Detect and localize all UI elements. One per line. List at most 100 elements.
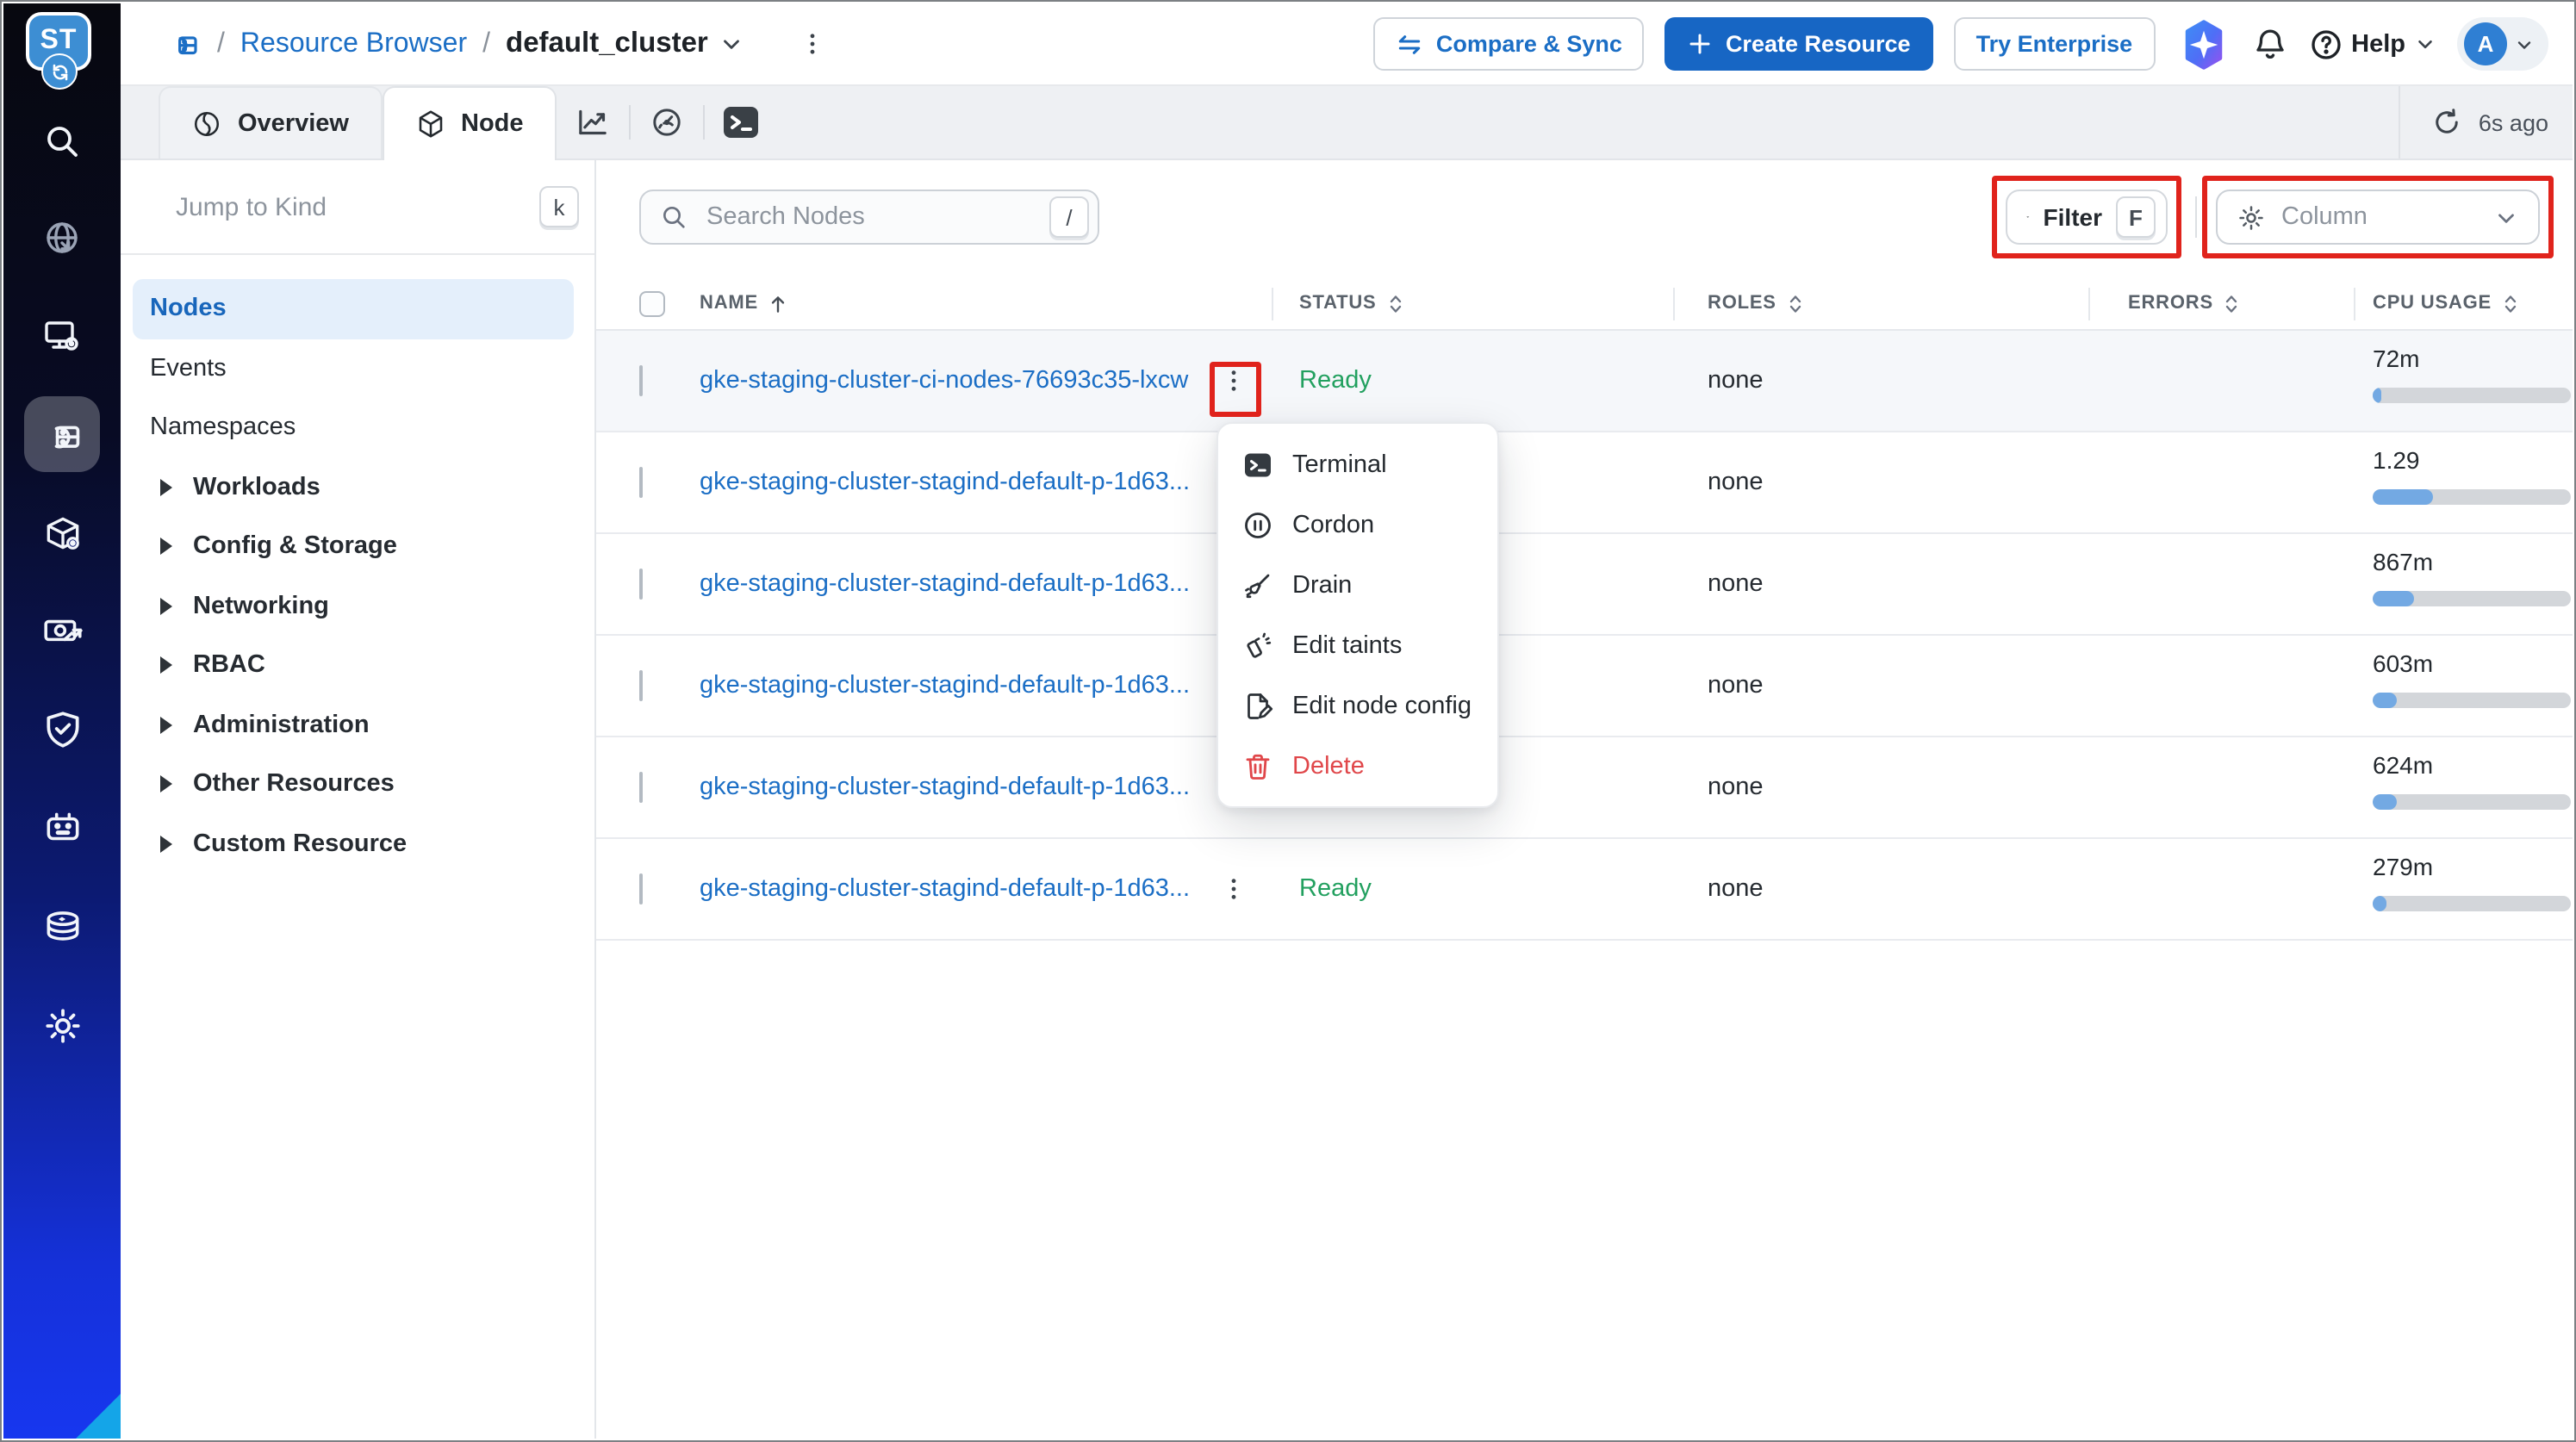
chevron-down-icon [723,40,739,49]
nodes-panel: / Filter F Column NAME [596,160,2573,1439]
rail-packages-icon[interactable] [24,494,100,570]
sidebar-item-namespaces[interactable]: Namespaces [133,398,574,457]
rail-resource-browser-icon[interactable] [24,396,100,472]
node-name-link[interactable]: gke-staging-cluster-stagind-default-p-1d… [700,774,1190,801]
table-row[interactable]: gke-staging-cluster-ci-nodes-76693c35-lx… [596,331,2573,432]
search-nodes-box[interactable]: / [639,190,1099,245]
create-resource-button[interactable]: Create Resource [1664,17,1933,71]
node-name-link[interactable]: gke-staging-cluster-stagind-default-p-1d… [700,570,1190,598]
node-name-link[interactable]: gke-staging-cluster-stagind-default-p-1d… [700,469,1190,496]
menu-item-terminal[interactable]: Terminal [1218,434,1497,494]
row-checkbox[interactable] [639,467,643,498]
refresh-control[interactable]: 6s ago [2399,86,2573,158]
select-all-checkbox[interactable] [639,277,665,329]
sidebar-item-other-resources[interactable]: Other Resources [133,755,574,814]
jump-to-kind-input[interactable] [172,190,522,223]
column-select[interactable]: Column [2216,190,2540,245]
kbd-shortcut-f: F [2116,196,2156,238]
col-header-name[interactable]: NAME [700,277,789,329]
notifications-bell-icon[interactable] [2251,26,2287,62]
breadcrumb-separator: / [217,28,225,58]
menu-item-delete[interactable]: Delete [1218,736,1497,796]
rail-data-sync-icon[interactable] [24,889,100,965]
node-name-link[interactable]: gke-staging-cluster-stagind-default-p-1d… [700,672,1190,699]
ai-sparkle-icon[interactable] [2175,18,2231,70]
cpu-usage-cell: 624m [2373,751,2571,810]
row-checkbox[interactable] [639,772,643,803]
top-bar: / Resource Browser / default_cluster Com… [121,3,2573,86]
cpu-bar [2373,489,2571,505]
table-row[interactable]: gke-staging-cluster-stagind-default-p-1d… [596,636,2573,737]
rail-settings-icon[interactable] [24,987,100,1063]
row-checkbox[interactable] [639,670,643,701]
cpu-value: 603m [2373,650,2434,677]
col-header-errors[interactable]: ERRORS [2128,277,2243,329]
help-menu[interactable]: Help [2308,27,2436,61]
sidebar-item-custom-resource[interactable]: Custom Resource [133,814,574,873]
row-checkbox[interactable] [639,569,643,600]
resource-sidebar: k Nodes Events Namespaces Workloads Conf… [121,160,596,1439]
table-row[interactable]: gke-staging-cluster-stagind-default-p-1d… [596,534,2573,636]
sort-both-icon [2226,295,2238,312]
rail-cost-icon[interactable] [24,593,100,668]
row-kebab-icon[interactable] [1220,367,1248,395]
user-menu[interactable]: A [2457,17,2548,71]
menu-item-edit-taints[interactable]: Edit taints [1218,615,1497,675]
col-header-cpu[interactable]: CPU USAGE [2373,277,2521,329]
cpu-usage-cell: 867m [2373,548,2571,606]
rail-search-icon[interactable] [24,103,100,179]
breadcrumb-kebab-icon[interactable] [798,29,827,59]
sidebar-item-events[interactable]: Events [133,339,574,398]
table-row[interactable]: gke-staging-cluster-stagind-default-p-1d… [596,432,2573,534]
sidebar-item-networking[interactable]: Networking [133,576,574,636]
search-nodes-input[interactable] [703,202,1034,233]
table-row[interactable]: gke-staging-cluster-stagind-default-p-1d… [596,839,2573,941]
row-checkbox[interactable] [639,873,643,904]
app-logo[interactable]: ST [26,12,98,90]
plus-icon [1690,34,1711,54]
tab-overview[interactable]: Overview [159,86,382,158]
compare-sync-icon [1399,34,1422,53]
cpu-usage-cell: 603m [2373,650,2571,708]
col-header-status[interactable]: STATUS [1299,277,1406,329]
sidebar-item-rbac[interactable]: RBAC [133,636,574,695]
breadcrumb-resource-browser[interactable]: Resource Browser [240,28,467,59]
filter-button[interactable]: Filter F [2006,190,2168,245]
menu-item-edit-node-config[interactable]: Edit node config [1218,675,1497,736]
rail-global-insights-icon[interactable] [24,200,100,276]
sidebar-item-administration[interactable]: Administration [133,695,574,755]
jump-to-kind[interactable]: k [121,160,594,255]
sidebar-item-nodes[interactable]: Nodes [133,279,574,339]
caret-right-icon [160,478,172,496]
node-name-link[interactable]: gke-staging-cluster-ci-nodes-76693c35-lx… [700,367,1188,395]
refresh-age: 6s ago [2478,109,2548,135]
compare-sync-button[interactable]: Compare & Sync [1373,17,1645,71]
row-checkbox[interactable] [639,365,643,396]
rail-assistant-icon[interactable] [24,789,100,865]
tab-gauge-icon[interactable] [631,86,703,158]
menu-item-cordon[interactable]: Cordon [1218,494,1497,555]
tab-terminal-icon[interactable] [705,86,777,158]
content-area: k Nodes Events Namespaces Workloads Conf… [121,160,2573,1439]
tab-metrics-chart-icon[interactable] [557,86,629,158]
roles-value: none [1708,570,1764,598]
status-badge: Ready [1299,367,1372,395]
sidebar-item-workloads[interactable]: Workloads [133,457,574,517]
cpu-bar [2373,896,2571,911]
node-context-menu: Terminal Cordon Drain Edit taints Edit n… [1216,422,1499,808]
sort-both-icon [1789,295,1801,312]
col-header-roles[interactable]: ROLES [1708,277,1806,329]
menu-item-drain[interactable]: Drain [1218,555,1497,615]
node-name-link[interactable]: gke-staging-cluster-stagind-default-p-1d… [700,875,1190,903]
try-enterprise-button[interactable]: Try Enterprise [1953,17,2156,71]
tab-node[interactable]: Node [382,86,557,160]
cpu-usage-cell: 279m [2373,853,2571,911]
caret-right-icon [160,656,172,674]
cluster-selector[interactable]: default_cluster [506,28,744,60]
rail-devices-icon[interactable] [24,298,100,374]
sidebar-item-config-storage[interactable]: Config & Storage [133,517,574,576]
rail-security-icon[interactable] [24,691,100,767]
row-kebab-icon[interactable] [1220,875,1248,903]
table-row[interactable]: gke-staging-cluster-stagind-default-p-1d… [596,737,2573,839]
caret-right-icon [160,716,172,734]
